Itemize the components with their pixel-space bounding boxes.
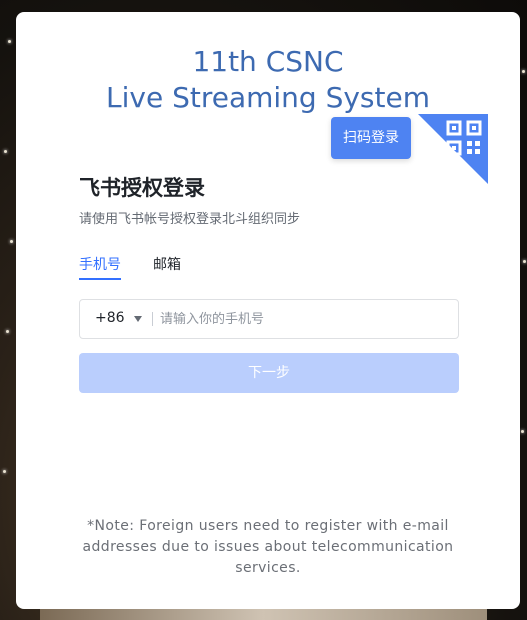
background-star <box>4 150 7 153</box>
background-star <box>522 70 525 73</box>
foreign-user-note: *Note: Foreign users need to register wi… <box>82 518 454 576</box>
background-star <box>6 330 9 333</box>
page-title: 11th CSNC Live Streaming System <box>16 44 520 116</box>
dropdown-arrow-icon <box>134 316 142 322</box>
background-star <box>3 470 6 473</box>
tab-email[interactable]: 邮箱 <box>153 254 181 274</box>
tab-phone[interactable]: 手机号 <box>79 254 121 274</box>
background-star <box>8 40 11 43</box>
login-heading: 飞书授权登录 <box>79 176 205 200</box>
active-tab-indicator <box>79 278 121 280</box>
title-line-1: 11th CSNC <box>192 45 344 78</box>
qr-login-tooltip[interactable]: 扫码登录 <box>331 117 411 159</box>
background-star <box>10 240 13 243</box>
background-star <box>521 430 524 433</box>
background-strip <box>40 608 487 620</box>
field-divider <box>152 312 153 326</box>
phone-input[interactable] <box>160 300 450 338</box>
country-code-value: +86 <box>95 310 125 326</box>
next-button[interactable]: 下一步 <box>79 353 459 393</box>
qr-code-icon[interactable] <box>446 120 482 156</box>
background-star <box>523 260 526 263</box>
country-code-select[interactable]: +86 <box>80 300 152 338</box>
login-card: 11th CSNC Live Streaming System 扫码登录 飞书授… <box>16 12 520 609</box>
login-subheading: 请使用飞书帐号授权登录北斗组织同步 <box>79 212 301 227</box>
title-line-2: Live Streaming System <box>106 81 430 114</box>
phone-field: +86 <box>79 299 459 339</box>
